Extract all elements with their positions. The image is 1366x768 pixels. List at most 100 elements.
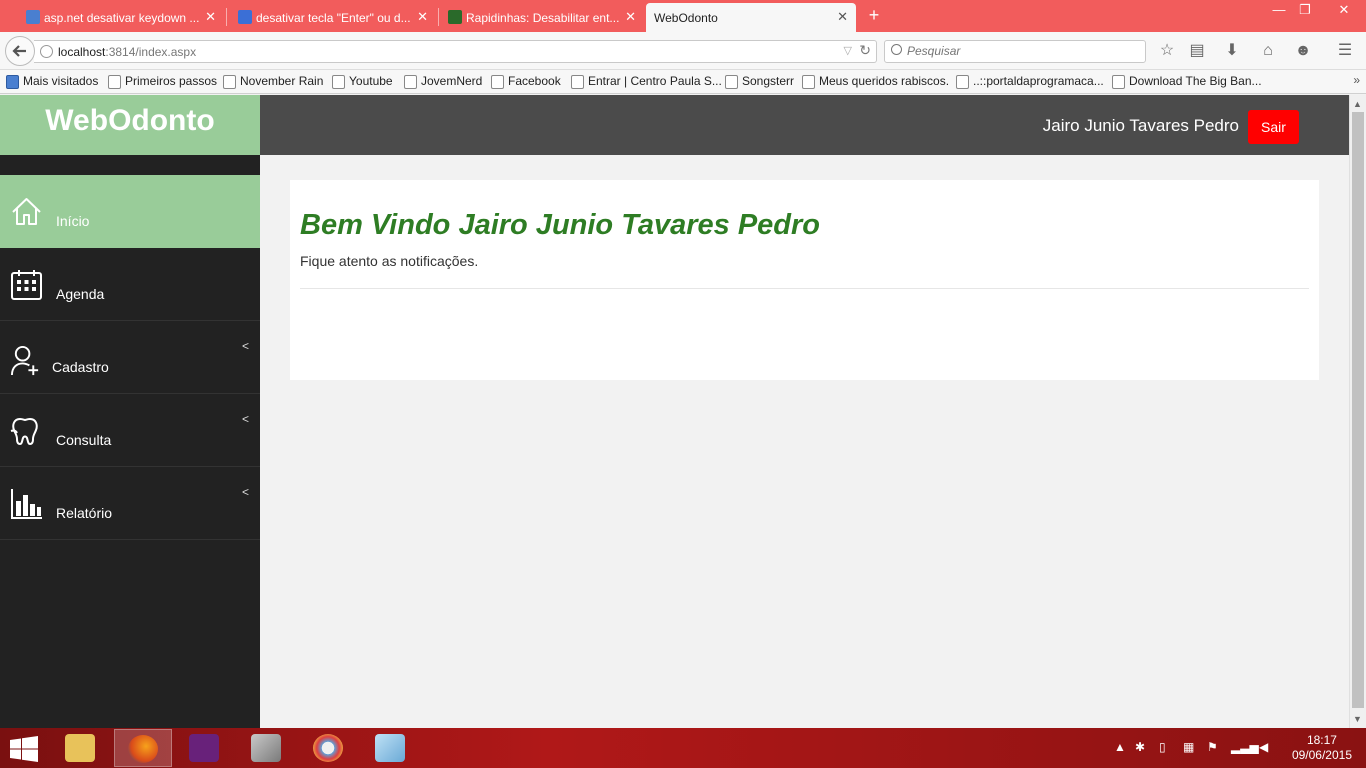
- download-icon[interactable]: ⬇: [1221, 40, 1243, 62]
- network-sync-icon[interactable]: ✱: [1135, 740, 1145, 754]
- close-window-button[interactable]: ✕: [1324, 2, 1364, 18]
- page-scrollbar[interactable]: ▲ ▼: [1349, 95, 1366, 728]
- sidebar-item-agenda[interactable]: Agenda: [0, 248, 260, 321]
- user-add-icon: [10, 345, 39, 376]
- show-hidden-icons[interactable]: ▲: [1114, 740, 1126, 754]
- flag-alert-icon[interactable]: ⚑: [1207, 740, 1218, 754]
- nav-bar: localhost:3814/index.aspx ▽ ↻ ☆ ▤ ⬇ ⌂ ☻ …: [0, 32, 1366, 70]
- home-icon: [12, 198, 41, 225]
- tab-title: asp.net desativar keydown ...: [44, 10, 200, 25]
- taskbar-firefox[interactable]: [114, 729, 172, 767]
- browser-tab[interactable]: Rapidinhas: Desabilitar ent... ✕: [444, 3, 644, 32]
- sidebar-item-relatorio[interactable]: Relatório <: [0, 467, 260, 540]
- scroll-down-icon[interactable]: ▼: [1353, 714, 1362, 724]
- reading-list-icon[interactable]: ▤: [1186, 40, 1208, 62]
- new-tab-button[interactable]: +: [864, 5, 884, 25]
- search-box[interactable]: [884, 40, 1146, 63]
- google-icon: [26, 10, 40, 24]
- bookmark-item[interactable]: Primeiros passos: [108, 74, 217, 89]
- logout-button[interactable]: Sair: [1248, 110, 1299, 144]
- bookmark-item[interactable]: ..::portaldaprogramaca...: [956, 74, 1104, 89]
- bookmark-item[interactable]: Mais visitados: [6, 74, 98, 89]
- taskbar-tools[interactable]: [238, 729, 296, 767]
- taskbar-paint[interactable]: [300, 729, 358, 767]
- bookmark-item[interactable]: Youtube: [332, 74, 393, 89]
- browser-tab-active[interactable]: WebOdonto ✕: [646, 3, 856, 32]
- devmedia-icon: [238, 10, 252, 24]
- search-icon: [891, 44, 902, 55]
- windows-start-icon[interactable]: [8, 736, 40, 762]
- site-icon: [448, 10, 462, 24]
- user-name: Jairo Junio Tavares Pedro: [1042, 116, 1239, 135]
- close-tab-icon[interactable]: ✕: [205, 9, 216, 25]
- back-button[interactable]: [5, 36, 35, 66]
- clock-date: 09/06/2015: [1291, 748, 1352, 762]
- browser-tab[interactable]: asp.net desativar keydown ... ✕: [22, 3, 224, 32]
- main-content: Bem Vindo Jairo Junio Tavares Pedro Fiqu…: [260, 155, 1349, 728]
- bookmark-item[interactable]: November Rain: [223, 74, 323, 89]
- menu-icon[interactable]: ☰: [1334, 40, 1356, 62]
- close-tab-icon[interactable]: ✕: [417, 9, 428, 25]
- folder-icon: [65, 734, 95, 762]
- device-icon[interactable]: ▯: [1159, 740, 1166, 754]
- sidebar-item-label: Relatório: [56, 505, 113, 521]
- notification-hint: Fique atento as notificações.: [300, 253, 479, 269]
- tab-title: desativar tecla "Enter" ou d...: [256, 10, 411, 25]
- chevron-left-icon: <: [241, 412, 249, 426]
- system-clock[interactable]: 18:17 09/06/2015: [1292, 733, 1352, 763]
- welcome-heading: Bem Vindo Jairo Junio Tavares Pedro: [300, 209, 821, 241]
- clock-time: 18:17: [1306, 733, 1337, 747]
- sidebar-item-cadastro[interactable]: Cadastro <: [0, 321, 260, 394]
- welcome-panel: Bem Vindo Jairo Junio Tavares Pedro Fiqu…: [290, 180, 1319, 380]
- reload-icon[interactable]: ↻: [859, 42, 871, 59]
- bookmarks-bar: Mais visitados Primeiros passos November…: [0, 70, 1366, 94]
- sidebar-item-consulta[interactable]: Consulta <: [0, 394, 260, 467]
- firefox-icon: [128, 735, 158, 763]
- history-dropdown-icon[interactable]: ▽: [844, 44, 852, 57]
- volume-icon[interactable]: ◀: [1259, 740, 1268, 754]
- arrow-left-icon: [12, 45, 26, 57]
- tooth-icon: [10, 417, 38, 446]
- browser-tab[interactable]: desativar tecla "Enter" ou d... ✕: [234, 3, 436, 32]
- calendar-icon: [11, 270, 42, 300]
- bookmark-item[interactable]: Download The Big Ban...: [1112, 74, 1262, 89]
- bookmark-item[interactable]: Entrar | Centro Paula S...: [571, 74, 722, 89]
- signal-icon[interactable]: ▂▃▅: [1231, 740, 1259, 754]
- close-tab-icon[interactable]: ✕: [837, 9, 848, 25]
- app-root: WebOdonto Jairo Junio Tavares Pedro Sair…: [0, 95, 1349, 728]
- paint-icon: [313, 734, 343, 762]
- bookmark-item[interactable]: Facebook: [491, 74, 561, 89]
- bookmark-item[interactable]: Songsterr: [725, 74, 794, 89]
- scroll-up-icon[interactable]: ▲: [1353, 99, 1362, 109]
- tab-title: WebOdonto: [654, 10, 718, 25]
- taskbar-notepad[interactable]: [362, 729, 420, 767]
- url-text[interactable]: localhost:3814/index.aspx: [58, 45, 196, 59]
- url-bar[interactable]: localhost:3814/index.aspx ▽ ↻: [34, 40, 877, 63]
- bookmark-item[interactable]: JovemNerd: [404, 74, 482, 89]
- scrollbar-thumb[interactable]: [1352, 112, 1364, 708]
- chevron-left-icon: <: [241, 485, 249, 499]
- hello-icon[interactable]: ☻: [1292, 40, 1314, 62]
- bookmark-star-icon[interactable]: ☆: [1156, 40, 1178, 62]
- bar-chart-icon: [11, 489, 42, 519]
- more-bookmarks-icon[interactable]: »: [1353, 73, 1360, 87]
- taskbar: ▲ ✱ ▯ ▦ ⚑ ▂▃▅ ◀ 18:17 09/06/2015: [0, 728, 1366, 768]
- bookmark-item[interactable]: Meus queridos rabiscos.: [802, 74, 949, 89]
- search-input[interactable]: [907, 44, 1137, 58]
- sidebar-item-label: Consulta: [56, 432, 112, 448]
- taskbar-visual-studio[interactable]: [176, 729, 234, 767]
- divider: [300, 288, 1309, 289]
- tools-icon: [251, 734, 281, 762]
- sidebar-item-label: Cadastro: [52, 359, 109, 375]
- tab-title: Rapidinhas: Desabilitar ent...: [466, 10, 620, 25]
- sidebar-item-label: Início: [56, 213, 90, 229]
- taskbar-file-explorer[interactable]: [52, 729, 110, 767]
- restore-button[interactable]: ❐: [1290, 2, 1320, 18]
- notepad-icon: [375, 734, 405, 762]
- windows-tray-icon[interactable]: ▦: [1183, 740, 1194, 754]
- visual-studio-icon: [189, 734, 219, 762]
- close-tab-icon[interactable]: ✕: [625, 9, 636, 25]
- sidebar-item-inicio[interactable]: Início: [0, 175, 260, 248]
- home-browser-icon[interactable]: ⌂: [1257, 40, 1279, 62]
- brand-logo[interactable]: WebOdonto: [0, 95, 260, 155]
